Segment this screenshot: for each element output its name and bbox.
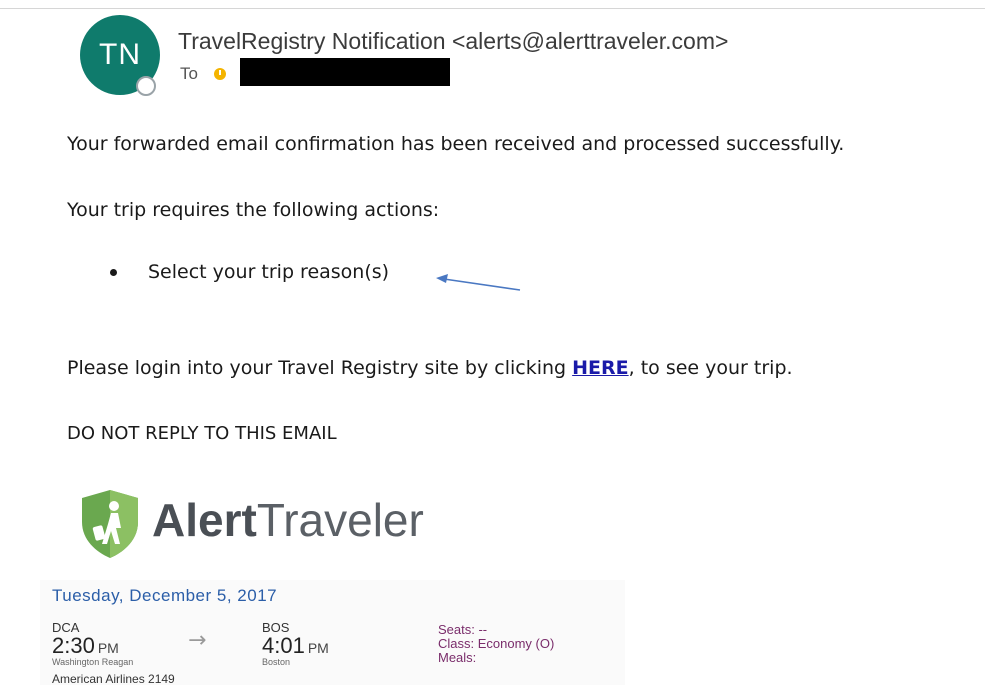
logo-word-traveler: Traveler (256, 494, 424, 546)
alerttraveler-shield-icon (82, 490, 138, 558)
arrive-city: Boston (262, 657, 291, 667)
depart-time-value: 2:30 (52, 633, 95, 658)
seats-info: Seats: -- (438, 622, 488, 637)
login-instruction: Please login into your Travel Registry s… (67, 357, 793, 379)
recipient-row: To (180, 62, 226, 86)
airline-flight: American Airlines 2149 (52, 672, 175, 686)
depart-city: Washington Reagan (52, 657, 134, 667)
depart-time: 2:30 PM (52, 633, 119, 659)
annotation-arrow-icon (436, 274, 521, 291)
meals-info: Meals: (438, 650, 477, 665)
action-item-text: Select your trip reason(s) (148, 261, 390, 283)
trip-summary-card: Tuesday, December 5, 2017 DCA 2:30 PM Was… (40, 580, 625, 686)
sender-name[interactable]: TravelRegistry Notification <alerts@aler… (178, 28, 728, 55)
login-suffix: , to see your trip. (628, 357, 793, 379)
alerttraveler-logo: AlertTraveler (152, 493, 424, 547)
arrive-time-value: 4:01 (262, 633, 305, 658)
header-divider (0, 8, 985, 9)
class-info: Class: Economy (O) (438, 636, 555, 651)
clock-icon (213, 68, 226, 80)
arrive-time: 4:01 PM (262, 633, 329, 659)
actions-heading: Your trip requires the following actions… (67, 199, 440, 221)
login-prefix: Please login into your Travel Registry s… (67, 357, 573, 379)
confirmation-message: Your forwarded email confirmation has be… (67, 133, 845, 155)
to-label: To (180, 64, 198, 83)
avatar-initials: TN (99, 38, 141, 71)
depart-ampm: PM (97, 640, 119, 656)
list-item: Select your trip reason(s) (110, 261, 389, 283)
redacted-recipient (240, 58, 450, 86)
no-reply-notice: DO NOT REPLY TO THIS EMAIL (67, 423, 337, 444)
here-link[interactable]: HERE (572, 357, 629, 379)
bullet-icon (110, 268, 117, 276)
trip-date: Tuesday, December 5, 2017 (52, 586, 278, 605)
presence-status-icon (136, 76, 156, 96)
right-arrow-icon: → (188, 628, 207, 653)
arrive-ampm: PM (307, 640, 329, 656)
logo-word-alert: Alert (152, 494, 257, 546)
